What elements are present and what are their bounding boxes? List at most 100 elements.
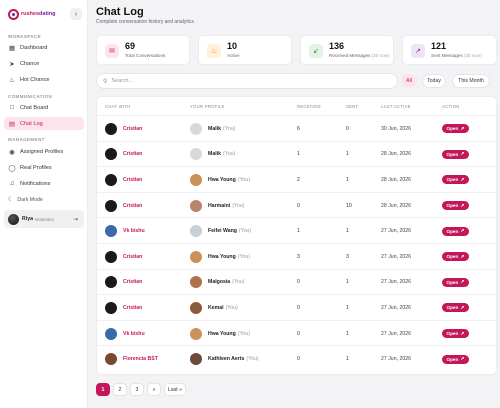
open-chat-button[interactable]: Open ↗: [442, 201, 469, 211]
avatar: [105, 122, 117, 135]
logout-icon[interactable]: ⇥: [73, 216, 78, 223]
arrow-up-right-icon: ↗: [460, 228, 465, 235]
search-bar[interactable]: ⚲: [96, 73, 398, 89]
sidebar-item-chat-board[interactable]: □ Chat Board: [4, 101, 84, 114]
sidebar-item-real-profiles[interactable]: ◯ Real Profiles: [4, 161, 84, 174]
profile-cell: Malik (You): [190, 142, 235, 168]
profile-name: Malik: [208, 151, 221, 158]
received-count: 3: [297, 253, 300, 260]
user-role: Moderator: [34, 216, 55, 222]
sidebar-item-chat-log[interactable]: ▤ Chat Log: [4, 117, 84, 130]
page-button-2[interactable]: 2: [113, 383, 127, 396]
sidebar-item-assigned-profiles[interactable]: ◉ Assigned Profiles: [4, 145, 84, 158]
sidebar-item-chance[interactable]: ➤ Chance: [4, 57, 84, 70]
brand-logo[interactable]: rushesdating: [8, 8, 56, 20]
user-card[interactable]: Riya Moderator ⇥: [4, 210, 84, 228]
column-sent: SENT: [346, 104, 359, 109]
action-cell: Open ↗: [442, 116, 469, 142]
users-icon: ◉: [9, 148, 15, 156]
avatar: [105, 276, 117, 289]
you-label: (You): [237, 176, 250, 183]
arrow-up-right-icon: ↗: [411, 44, 425, 58]
chat-with-name[interactable]: Cristian: [123, 177, 142, 183]
moon-icon: ☾: [8, 197, 14, 203]
stat-value: 136: [329, 41, 345, 51]
dark-mode-label: Dark Mode: [17, 196, 43, 203]
chat-with-cell: Cristian: [105, 116, 142, 142]
chat-with-name[interactable]: Cristian: [123, 254, 142, 260]
received-count: 0: [297, 356, 300, 363]
table-row: Cristian Kemal (You) 0 1 27 Jun, 2026 Open ↗: [97, 294, 496, 320]
section-label-workspace: WORKSPACE: [8, 34, 42, 39]
chat-with-name[interactable]: Florencia BST: [123, 356, 158, 362]
you-label: (You): [237, 253, 250, 260]
open-chat-button[interactable]: Open ↗: [442, 175, 469, 185]
avatar: [105, 301, 117, 314]
chat-with-name[interactable]: Vk bishu: [123, 228, 145, 234]
sent-count: 1: [346, 304, 349, 311]
stat-value: 10: [227, 41, 238, 51]
chat-with-name[interactable]: Cristian: [123, 305, 142, 311]
last-active-date: 27 Jun, 2026: [381, 304, 411, 311]
page-button-1[interactable]: 1: [96, 383, 110, 396]
dark-mode-toggle[interactable]: ☾ Dark Mode: [8, 196, 43, 204]
table-row: Cristian Hwa Young (You) 2 1 28 Jun, 2026 Open…: [97, 166, 496, 192]
column-your-profile: YOUR PROFILE: [190, 104, 225, 109]
sidebar-collapse-button[interactable]: ‹: [70, 8, 82, 20]
filter-today-button[interactable]: Today: [422, 74, 446, 88]
avatar: [105, 199, 117, 212]
open-chat-button[interactable]: Open ↗: [442, 354, 469, 364]
last-page-button[interactable]: Last »: [164, 383, 186, 396]
arrow-up-right-icon: ↗: [460, 304, 465, 311]
sidebar-item-dashboard[interactable]: ▦ Dashboard: [4, 41, 84, 54]
action-cell: Open ↗: [442, 167, 469, 193]
open-label: Open: [446, 126, 459, 132]
open-chat-button[interactable]: Open ↗: [442, 226, 469, 236]
open-chat-button[interactable]: Open ↗: [442, 329, 469, 339]
table-row: Cristian Harmaini (You) 0 10 28 Jun, 2026 Open…: [97, 191, 496, 218]
flame-icon: ♨: [9, 76, 15, 84]
table-row: Vk bishu Hwa Young (You) 0 1 27 Jun, 2026 Open…: [97, 319, 496, 347]
you-label: (You): [246, 356, 259, 363]
filter-this-month-button[interactable]: This Month: [452, 74, 490, 88]
chat-with-name[interactable]: Cristian: [123, 279, 142, 285]
filter-all-button[interactable]: All: [401, 74, 417, 88]
last-active-date: 28 Jun, 2026: [381, 202, 411, 209]
chat-with-name[interactable]: Cristian: [123, 126, 142, 132]
sidebar-item-hot-chance[interactable]: ♨ Hot Chance: [4, 73, 84, 86]
avatar: [190, 301, 202, 314]
received-count: 2: [297, 176, 300, 183]
open-chat-button[interactable]: Open ↗: [442, 252, 469, 262]
profile-cell: Kathleen Aerts (You): [190, 346, 259, 372]
stat-label: Sent Messages (30 now): [431, 53, 482, 58]
chat-with-name[interactable]: Cristian: [123, 203, 142, 209]
open-label: Open: [446, 254, 459, 260]
open-chat-button[interactable]: Open ↗: [442, 149, 469, 159]
arrow-up-right-icon: ↗: [460, 151, 465, 158]
chat-with-cell: Cristian: [105, 167, 142, 193]
search-icon: ⚲: [103, 78, 108, 85]
open-chat-button[interactable]: Open ↗: [442, 277, 469, 287]
user-name: Riya: [22, 216, 33, 222]
chat-with-name[interactable]: Vk bishu: [123, 331, 145, 337]
sidebar-item-notifications[interactable]: ♫ Notifications: [4, 177, 84, 190]
sidebar: rushesdating ‹ WORKSPACE ▦ Dashboard ➤ C…: [0, 0, 88, 408]
arrow-up-right-icon: ↗: [460, 330, 465, 337]
profile-name: Feifei Wang: [208, 228, 237, 235]
open-chat-button[interactable]: Open ↗: [442, 303, 469, 313]
page-button-3[interactable]: 3: [130, 383, 144, 396]
avatar: [190, 353, 202, 366]
avatar: [105, 148, 117, 161]
next-page-button[interactable]: »: [147, 383, 161, 396]
open-chat-button[interactable]: Open ↗: [442, 124, 469, 134]
page-title: Chat Log: [96, 6, 144, 18]
chat-with-name[interactable]: Cristian: [123, 151, 142, 157]
profile-name: Hwa Young: [208, 176, 236, 183]
received-count: 1: [297, 228, 300, 235]
section-label-communication: COMMUNICATION: [8, 94, 53, 99]
you-label: (You): [225, 304, 238, 311]
chat-with-cell: Vk bishu: [105, 321, 145, 347]
search-input[interactable]: [111, 78, 382, 84]
you-label: (You): [232, 279, 245, 286]
last-active-date: 27 Jun, 2026: [381, 330, 411, 337]
